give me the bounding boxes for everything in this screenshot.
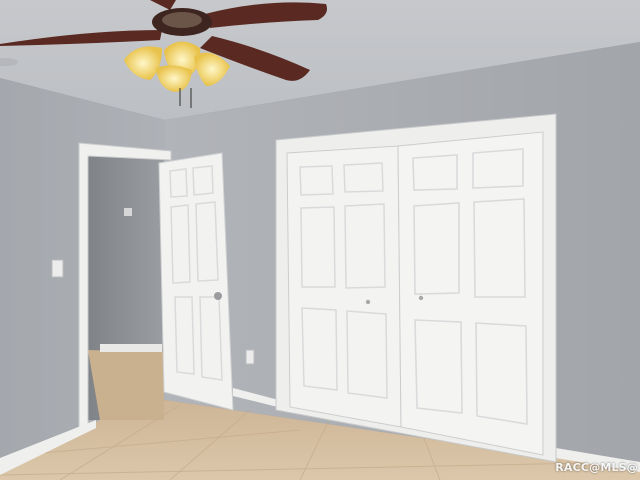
closet-right-door[interactable] xyxy=(397,131,544,456)
hallway-doorway xyxy=(78,142,172,431)
light-switch[interactable] xyxy=(51,259,64,278)
wall-outlet xyxy=(245,349,255,365)
bedroom-photo xyxy=(0,0,640,480)
closet-left-door[interactable] xyxy=(286,145,402,428)
mls-watermark: RACC@MLS@ xyxy=(555,461,638,474)
open-door[interactable] xyxy=(158,152,234,411)
hallway-outlet xyxy=(124,208,132,216)
door-knob[interactable] xyxy=(214,292,222,300)
